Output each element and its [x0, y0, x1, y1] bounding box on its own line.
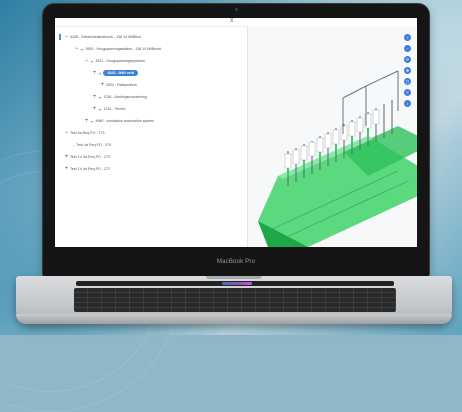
camera-icon: [235, 8, 238, 11]
zoom-in-icon[interactable]: +: [404, 34, 411, 41]
app-screen: x − 6435 - Elektriciteitsnetwerk - 138 1…: [55, 18, 417, 247]
collapse-icon[interactable]: −: [73, 46, 80, 52]
tree-item-label: 6435 - Elektriciteitsnetwerk - 138 14 Mi…: [70, 35, 141, 39]
tree-item-hoogspanningsstation[interactable]: − ➔ 3900 - Hoogspanningsstation - 138 14…: [73, 45, 161, 53]
touch-bar: [76, 281, 394, 286]
tree-item-terrein[interactable]: + ➔ 1244 - Terrein: [91, 105, 126, 113]
hinge-notch: [206, 276, 262, 279]
collapse-icon[interactable]: −: [83, 58, 90, 64]
expand-icon[interactable]: +: [91, 94, 98, 100]
arrow-icon: ➔: [98, 70, 102, 76]
collapse-icon[interactable]: −: [63, 34, 70, 40]
expand-icon[interactable]: +: [83, 118, 90, 124]
arrow-icon: ➔: [80, 46, 84, 52]
tree-item-elektriciteitsnetwerk[interactable]: − 6435 - Elektriciteitsnetwerk - 138 14 …: [63, 33, 141, 41]
tree-item-label: Test 4a Req PO - 270: [76, 143, 111, 147]
expand-icon[interactable]: +: [63, 154, 70, 160]
info-icon[interactable]: i: [404, 100, 411, 107]
tree-item-label: 4980 - substation automation system: [95, 119, 155, 123]
tree-item-label: Test 1V 4a Req PO - 272: [70, 167, 110, 171]
substation-3d-model[interactable]: [248, 26, 417, 247]
3d-model-viewer[interactable]: + − ⟳ ✥ ▢ ≡ i: [247, 26, 417, 247]
tree-item-label: 1236 - Aardingsvoorziening: [103, 95, 147, 99]
touch-bar-highlight: [222, 282, 252, 285]
tree-item-label: Test 1V 4a Req PO - 273: [70, 155, 110, 159]
rotate-icon[interactable]: ⟳: [404, 56, 411, 63]
tree-item-aardingsvoorziening[interactable]: + ➔ 1236 - Aardingsvoorziening: [91, 93, 147, 101]
tree-item-substation-automation[interactable]: + ➔ 4980 - substation automation system: [83, 117, 154, 125]
tree-item-test-173[interactable]: − Test 4a Req PO - 173: [63, 129, 105, 137]
collapse-icon[interactable]: −: [63, 130, 70, 136]
tree-item-test-270[interactable]: • Test 4a Req PO - 270: [73, 141, 111, 149]
pin-icon: •: [73, 142, 75, 148]
arrow-icon: ➔: [90, 58, 94, 64]
arrow-icon: ➔: [98, 106, 102, 112]
tree-item-label-selected: 3923 - 0NN veld: [103, 70, 138, 76]
asset-tree-pane: − 6435 - Elektriciteitsnetwerk - 138 14 …: [55, 26, 247, 247]
tree-item-label: Test 4a Req PO - 173: [70, 131, 105, 135]
tree-accent-bar: [59, 34, 61, 40]
arrow-icon: ➔: [90, 118, 94, 124]
tree-item-label: 3900 - Hoogspanningsstation - 138 14 Mil…: [85, 47, 161, 51]
zoom-out-icon[interactable]: −: [404, 45, 411, 52]
tree-item-label: 3924 - Railsysteem: [106, 83, 137, 87]
keyboard: [74, 288, 396, 312]
laptop-brand-label: MacBook Pro: [216, 259, 256, 265]
tree-item-0nn-veld[interactable]: + ➔ 3923 - 0NN veld: [91, 69, 138, 77]
laptop-base-lip: [16, 314, 452, 324]
laptop-screen-bezel: x − 6435 - Elektriciteitsnetwerk - 138 1…: [43, 4, 429, 276]
tree-item-label: 1244 - Terrein: [103, 107, 126, 111]
layers-icon[interactable]: ≡: [404, 89, 411, 96]
expand-icon[interactable]: +: [91, 70, 98, 76]
arrow-icon: ➔: [98, 94, 102, 100]
tree-item-railsysteem[interactable]: + 3924 - Railsysteem: [99, 81, 137, 89]
expand-icon[interactable]: +: [63, 166, 70, 172]
tree-item-test-273[interactable]: + Test 1V 4a Req PO - 273: [63, 153, 110, 161]
pan-icon[interactable]: ✥: [404, 67, 411, 74]
fit-icon[interactable]: ▢: [404, 78, 411, 85]
tree-item-test-272[interactable]: + Test 1V 4a Req PO - 272: [63, 165, 110, 173]
laptop-base: [16, 276, 452, 324]
tree-item-label: 3921 - Hoogspanningssysteem: [95, 59, 145, 63]
expand-icon[interactable]: +: [99, 82, 106, 88]
expand-icon[interactable]: +: [91, 106, 98, 112]
tree-item-hoogspanningssysteem[interactable]: − ➔ 3921 - Hoogspanningssysteem: [83, 57, 145, 65]
close-icon[interactable]: x: [230, 18, 234, 24]
